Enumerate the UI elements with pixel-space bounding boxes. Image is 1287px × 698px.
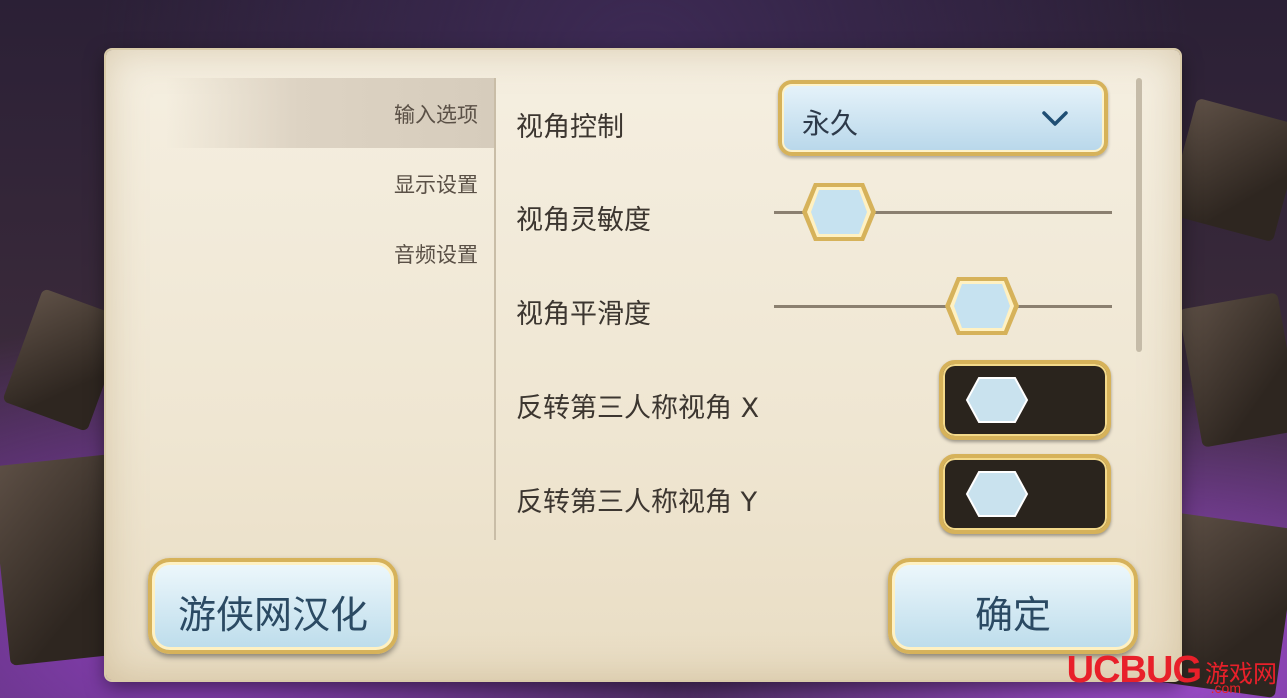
chevron-down-icon bbox=[1042, 111, 1068, 126]
panel-divider bbox=[494, 78, 496, 540]
camera-smoothing-label: 视角平滑度 bbox=[516, 299, 651, 330]
toggle-knob bbox=[965, 471, 1029, 517]
settings-tabs: 输入选项 显示设置 音频设置 bbox=[106, 78, 496, 288]
confirm-button[interactable]: 确定 bbox=[888, 558, 1138, 654]
invert-y-toggle[interactable] bbox=[939, 454, 1111, 534]
toggle-knob bbox=[965, 377, 1029, 423]
camera-smoothing-thumb[interactable] bbox=[943, 275, 1021, 337]
background-rock bbox=[1178, 292, 1287, 448]
invert-x-label: 反转第三人称视角 X bbox=[516, 393, 760, 424]
watermark-logo: UCBUG 游戏网 .com bbox=[1066, 649, 1277, 696]
camera-control-dropdown[interactable]: 永久 bbox=[778, 80, 1108, 156]
background-rock bbox=[1166, 97, 1287, 243]
watermark-domain: .com bbox=[1210, 680, 1241, 696]
localize-button[interactable]: 游侠网汉化 bbox=[148, 558, 398, 654]
dropdown-value: 永久 bbox=[802, 107, 859, 140]
tab-input-options[interactable]: 输入选项 bbox=[166, 78, 496, 148]
watermark-brand: UCBUG bbox=[1066, 649, 1202, 691]
confirm-button-label: 确定 bbox=[974, 593, 1051, 637]
tab-display-settings[interactable]: 显示设置 bbox=[166, 148, 496, 218]
tab-label: 输入选项 bbox=[394, 103, 478, 127]
camera-control-label: 视角控制 bbox=[516, 112, 624, 143]
invert-x-toggle[interactable] bbox=[939, 360, 1111, 440]
invert-y-label: 反转第三人称视角 Y bbox=[516, 487, 758, 518]
camera-sensitivity-thumb[interactable] bbox=[800, 181, 878, 243]
tab-audio-settings[interactable]: 音频设置 bbox=[166, 218, 496, 288]
localize-button-label: 游侠网汉化 bbox=[177, 593, 368, 637]
tab-label: 音频设置 bbox=[394, 243, 478, 267]
settings-panel: 输入选项 显示设置 音频设置 视角控制 永久 视角灵敏度 视角平滑度 反转第三人… bbox=[106, 50, 1180, 680]
camera-sensitivity-label: 视角灵敏度 bbox=[516, 205, 651, 236]
tab-label: 显示设置 bbox=[394, 173, 478, 197]
scrollbar[interactable] bbox=[1136, 78, 1142, 352]
